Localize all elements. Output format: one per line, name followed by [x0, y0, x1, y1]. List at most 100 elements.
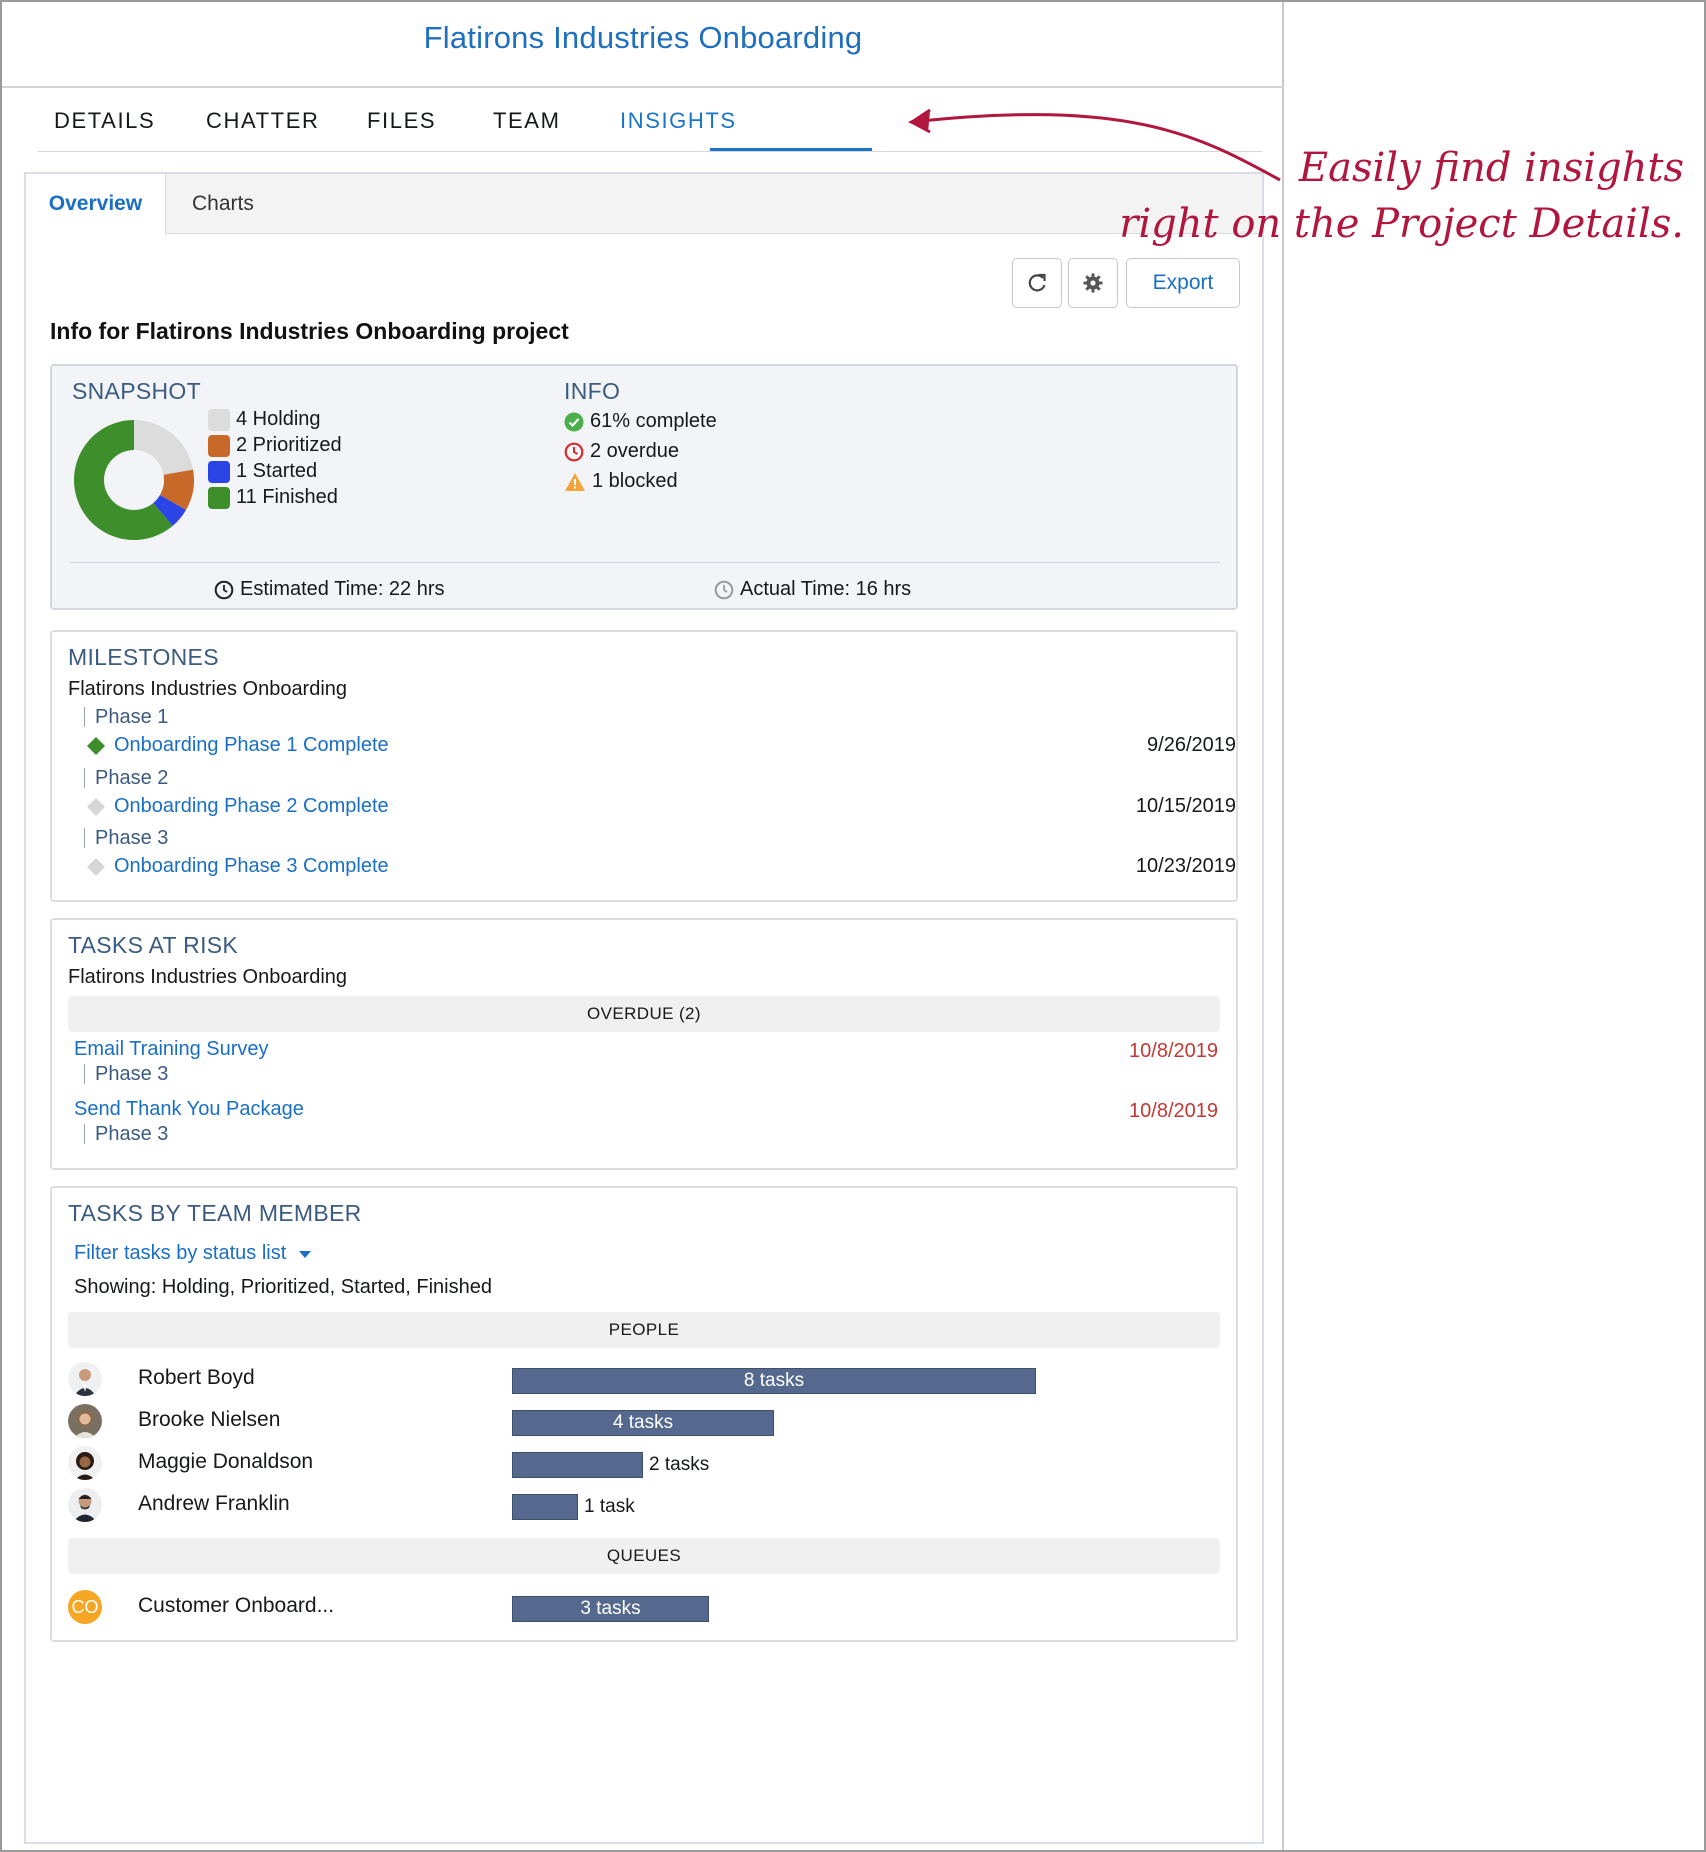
avatar: [68, 1362, 102, 1396]
avatar: [68, 1488, 102, 1522]
milestone-row-2: Onboarding Phase 2 Complete 10/15/2019: [86, 795, 1236, 818]
actual-time-text: Actual Time: 16 hrs: [740, 578, 912, 600]
milestone-link-1[interactable]: Onboarding Phase 1 Complete: [114, 734, 389, 757]
snapshot-title: SNAPSHOT: [72, 378, 201, 404]
donut-slice-0: [134, 420, 194, 475]
risk-task-phase-2: Phase 3: [84, 1124, 168, 1144]
milestone-row-3: Onboarding Phase 3 Complete 10/23/2019: [86, 855, 1236, 878]
milestone-date-1: 9/26/2019: [1147, 734, 1236, 756]
milestone-diamond-icon: [87, 736, 105, 755]
subtab-charts[interactable]: Charts: [192, 174, 254, 234]
clock-icon: [714, 580, 734, 599]
task-count-label: 8 tasks: [743, 1370, 805, 1391]
info-overdue: 2 overdue: [564, 440, 679, 463]
tasks-at-risk-project: Flatirons Industries Onboarding: [68, 966, 348, 988]
legend-swatch-prioritized: [208, 434, 230, 457]
info-overdue-text: 2 overdue: [590, 440, 679, 462]
info-heading: Info for Flatirons Industries Onboarding…: [50, 318, 569, 344]
task-count-bar: 3 tasks: [512, 1596, 709, 1622]
milestone-date-3: 10/23/2019: [1135, 855, 1236, 877]
risk-task-date-2: 10/8/2019: [1129, 1100, 1218, 1122]
annotation-line-2: right on the Project Details.: [1119, 201, 1684, 247]
clock-icon: [214, 580, 234, 599]
milestone-phase-1: Phase 1: [84, 707, 168, 727]
task-count-bar: [512, 1452, 643, 1478]
milestone-date-2: 10/15/2019: [1135, 795, 1236, 817]
status-filter-summary: Showing: Holding, Prioritized, Started, …: [74, 1276, 492, 1298]
annotation-line-1: Easily find insights: [1298, 145, 1684, 191]
info-blocked-text: 1 blocked: [592, 470, 678, 492]
overdue-group-header: OVERDUE (2): [68, 996, 1220, 1032]
milestone-diamond-icon: [87, 797, 105, 816]
risk-task-link-2[interactable]: Send Thank You Package: [74, 1098, 304, 1121]
insights-panel: Overview Charts Export Info for Flatiron…: [24, 172, 1264, 1844]
legend-holding: 4 Holding: [208, 408, 321, 431]
queue-row[interactable]: CO Customer Onboard... 3 tasks: [68, 1590, 1220, 1626]
overdue-clock-icon: [564, 442, 584, 461]
page-title: Flatirons Industries Onboarding: [423, 20, 863, 55]
settings-button[interactable]: [1068, 258, 1118, 308]
tab-chatter[interactable]: CHATTER: [206, 108, 319, 134]
info-complete-text: 61% complete: [590, 410, 717, 432]
milestone-phase-3: Phase 3: [84, 828, 168, 848]
subtab-overview[interactable]: Overview: [26, 174, 166, 235]
person-name: Brooke Nielsen: [138, 1408, 281, 1431]
milestone-row-1: Onboarding Phase 1 Complete 9/26/2019: [86, 734, 1236, 757]
task-count-label: 4 tasks: [612, 1412, 674, 1433]
estimated-time-text: Estimated Time: 22 hrs: [240, 578, 445, 600]
team-title: TASKS BY TEAM MEMBER: [68, 1200, 362, 1226]
status-donut-chart: [74, 420, 194, 540]
legend-label-holding: 4 Holding: [236, 408, 321, 430]
task-count-label: 3 tasks: [580, 1598, 641, 1619]
milestones-title: MILESTONES: [68, 644, 219, 670]
people-header: PEOPLE: [68, 1312, 1220, 1348]
milestone-link-3[interactable]: Onboarding Phase 3 Complete: [114, 855, 389, 878]
risk-task-link-1[interactable]: Email Training Survey: [74, 1038, 269, 1061]
legend-finished: 11 Finished: [208, 486, 338, 509]
milestone-phase-2: Phase 2: [84, 768, 168, 788]
gear-icon: [1083, 273, 1103, 293]
warning-icon: [565, 472, 585, 491]
milestones-project: Flatirons Industries Onboarding: [68, 678, 348, 700]
task-count-label: 2 tasks: [649, 1454, 710, 1475]
task-count-bar: [512, 1494, 578, 1520]
person-name: Maggie Donaldson: [138, 1450, 314, 1473]
person-row[interactable]: Brooke Nielsen 4 tasks: [68, 1404, 1220, 1440]
export-button[interactable]: Export: [1126, 258, 1240, 308]
tab-files[interactable]: FILES: [367, 108, 436, 134]
refresh-button[interactable]: [1012, 258, 1062, 308]
avatar: [68, 1404, 102, 1438]
annotation-arrow: [908, 108, 1281, 182]
task-count-bar: 8 tasks: [512, 1368, 1036, 1394]
check-circle-icon: [564, 412, 584, 431]
info-complete: 61% complete: [564, 410, 717, 433]
tasks-by-team-member-card: TASKS BY TEAM MEMBER Filter tasks by sta…: [50, 1186, 1238, 1642]
milestone-diamond-icon: [87, 857, 105, 876]
risk-task-date-1: 10/8/2019: [1129, 1040, 1218, 1062]
milestone-link-2[interactable]: Onboarding Phase 2 Complete: [114, 795, 389, 818]
legend-swatch-started: [208, 460, 230, 483]
person-row[interactable]: Maggie Donaldson 2 tasks: [68, 1446, 1220, 1482]
filter-label: Filter tasks by status list: [74, 1242, 287, 1264]
info-blocked: 1 blocked: [564, 470, 678, 493]
legend-swatch-holding: [208, 408, 230, 431]
person-row[interactable]: Robert Boyd 8 tasks: [68, 1362, 1220, 1398]
tab-insights[interactable]: INSIGHTS: [620, 108, 737, 134]
person-name: Robert Boyd: [138, 1366, 255, 1389]
person-row[interactable]: Andrew Franklin 1 task: [68, 1488, 1220, 1524]
snapshot-divider: [70, 562, 1220, 563]
person-name: Andrew Franklin: [138, 1492, 290, 1515]
actual-time: Actual Time: 16 hrs: [714, 578, 911, 601]
risk-task-phase-1: Phase 3: [84, 1064, 168, 1084]
active-tab-indicator: [710, 148, 872, 151]
legend-swatch-finished: [208, 486, 230, 509]
tab-team[interactable]: TEAM: [493, 108, 561, 134]
filter-status-dropdown[interactable]: Filter tasks by status list: [74, 1242, 312, 1265]
task-count-bar: 4 tasks: [512, 1410, 774, 1436]
tab-details[interactable]: DETAILS: [54, 108, 155, 134]
refresh-icon: [1028, 273, 1046, 292]
legend-label-finished: 11 Finished: [236, 486, 338, 508]
snapshot-card: SNAPSHOT 4 Holding 2 Prioritized 1 Start…: [50, 364, 1238, 610]
caret-down-icon: [299, 1250, 312, 1258]
info-title: INFO: [564, 378, 621, 404]
